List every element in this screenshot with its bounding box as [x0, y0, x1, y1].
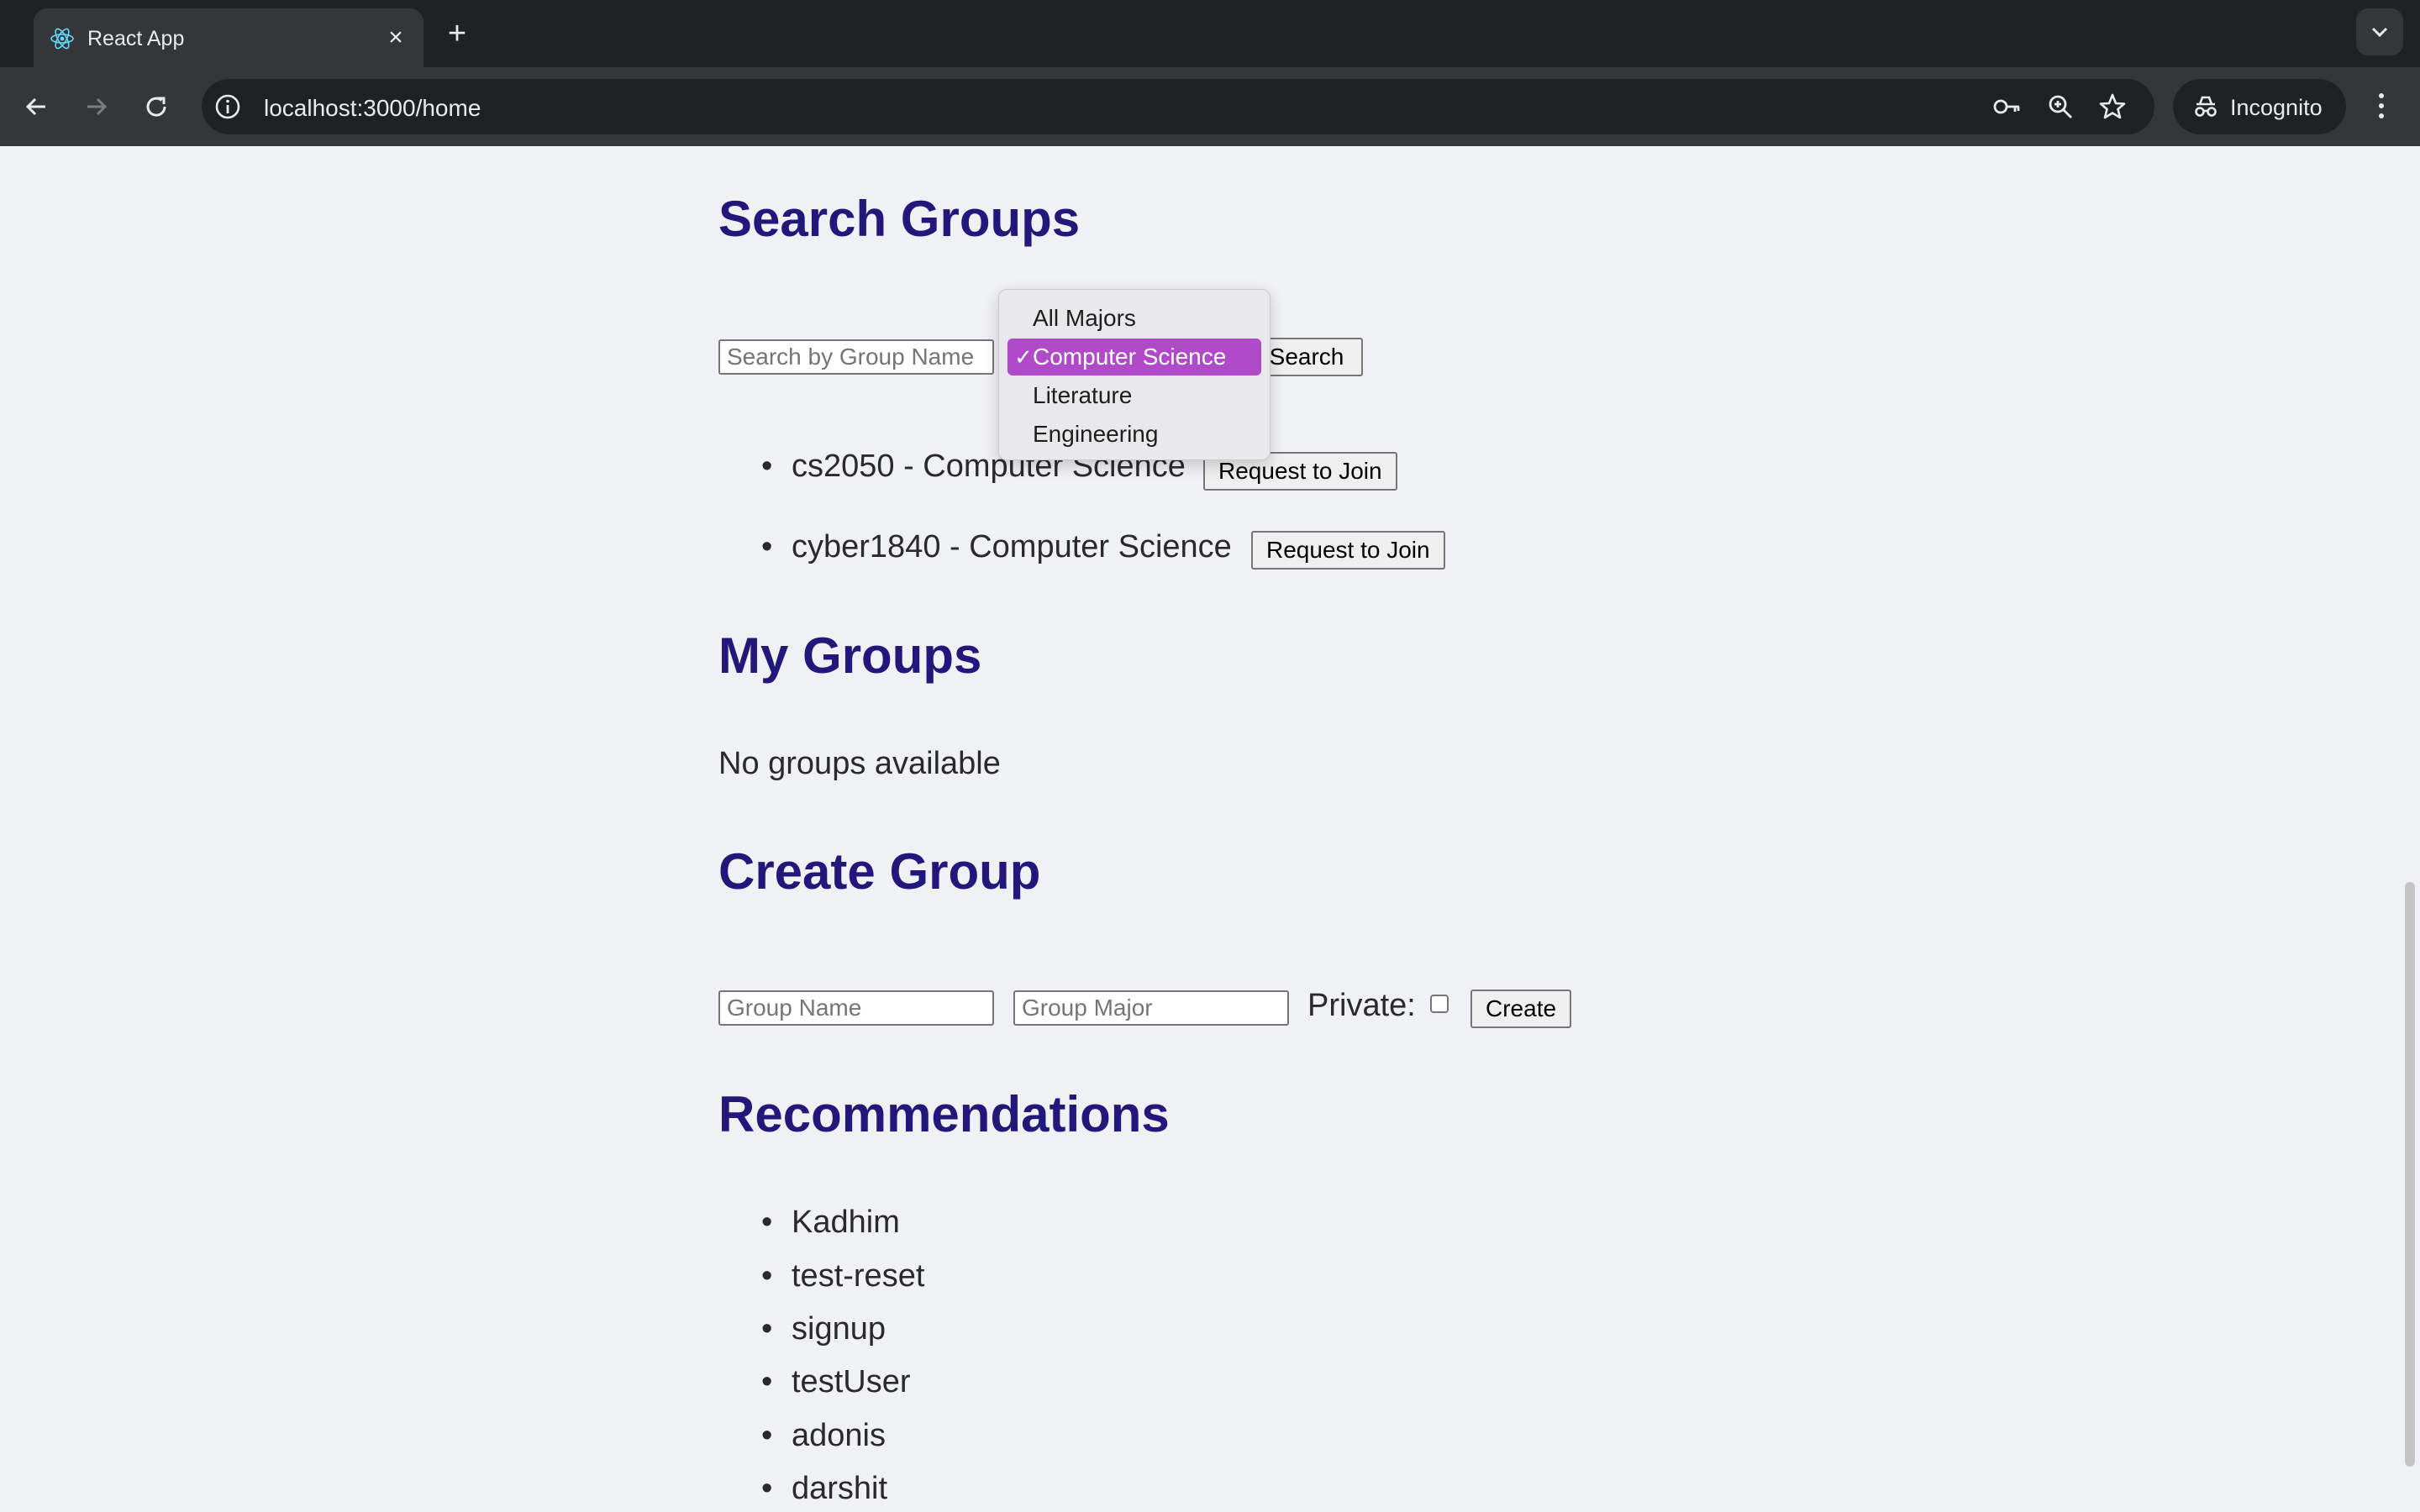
incognito-icon — [2195, 96, 2217, 117]
create-button[interactable]: Create — [1470, 990, 1572, 1028]
address-bar[interactable]: localhost:3000/home — [202, 79, 2154, 134]
major-select-dropdown[interactable]: All Majors ✓ Computer Science Literature… — [998, 289, 1270, 460]
group-name-field[interactable] — [718, 990, 994, 1026]
list-item: Kadhim — [792, 1205, 900, 1240]
list-bullet: • — [761, 529, 773, 564]
group-major-field[interactable] — [1013, 990, 1289, 1026]
recommendations-heading: Recommendations — [718, 1086, 1170, 1142]
search-groups-heading: Search Groups — [718, 191, 1081, 247]
url-text: localhost:3000/home — [264, 95, 481, 121]
request-to-join-button[interactable]: Request to Join — [1251, 531, 1445, 570]
result-group-name: cyber1840 - Computer Science — [792, 529, 1232, 564]
search-input[interactable] — [718, 339, 994, 375]
list-item: signup — [792, 1311, 886, 1347]
dropdown-option[interactable]: Literature — [1007, 377, 1261, 414]
arrow-left-icon[interactable] — [18, 88, 55, 125]
private-checkbox[interactable] — [1430, 995, 1449, 1013]
empty-groups-text: No groups available — [718, 746, 1001, 781]
tab-title: React App — [87, 27, 185, 50]
zoom-icon[interactable] — [2045, 92, 2075, 122]
list-item: darshit — [792, 1471, 888, 1506]
private-label: Private: — [1307, 988, 1416, 1023]
my-groups-heading: My Groups — [718, 627, 982, 684]
incognito-label: Incognito — [2230, 95, 2323, 120]
star-icon[interactable] — [2097, 92, 2128, 122]
key-icon[interactable] — [1991, 92, 2022, 122]
info-icon[interactable] — [213, 92, 242, 121]
list-bullet: • — [761, 1418, 773, 1453]
list-bullet: • — [761, 1471, 773, 1506]
close-icon[interactable]: × — [381, 24, 410, 52]
list-item: test-reset — [792, 1258, 925, 1294]
list-item: testUser — [792, 1364, 911, 1399]
dropdown-option[interactable]: All Majors — [1007, 300, 1261, 337]
checkmark-icon: ✓ — [1014, 344, 1033, 370]
list-bullet: • — [761, 1205, 773, 1240]
plus-icon[interactable]: + — [440, 17, 474, 50]
scrollbar-thumb[interactable] — [2405, 882, 2415, 1467]
tab-strip: React App × + — [0, 0, 2420, 67]
react-logo-icon — [50, 28, 74, 50]
dropdown-option[interactable]: Engineering — [1007, 416, 1261, 453]
list-bullet: • — [761, 1258, 773, 1294]
scrollbar[interactable] — [2400, 146, 2420, 1512]
tab-search-button[interactable] — [2356, 8, 2403, 55]
list-item: adonis — [792, 1418, 886, 1453]
list-bullet: • — [761, 449, 773, 484]
dropdown-option-selected[interactable]: ✓ Computer Science — [1007, 339, 1261, 375]
browser-toolbar: localhost:3000/home Incognito — [0, 67, 2420, 146]
chevron-down-icon — [2371, 27, 2388, 38]
create-group-heading: Create Group — [718, 843, 1041, 900]
list-bullet: • — [761, 1364, 773, 1399]
incognito-badge[interactable]: Incognito — [2173, 79, 2346, 134]
kebab-menu-icon[interactable] — [2366, 87, 2396, 124]
reload-icon[interactable] — [138, 88, 175, 125]
arrow-right-icon[interactable] — [77, 88, 114, 125]
browser-tab[interactable]: React App × — [34, 8, 424, 67]
list-bullet: • — [761, 1311, 773, 1347]
